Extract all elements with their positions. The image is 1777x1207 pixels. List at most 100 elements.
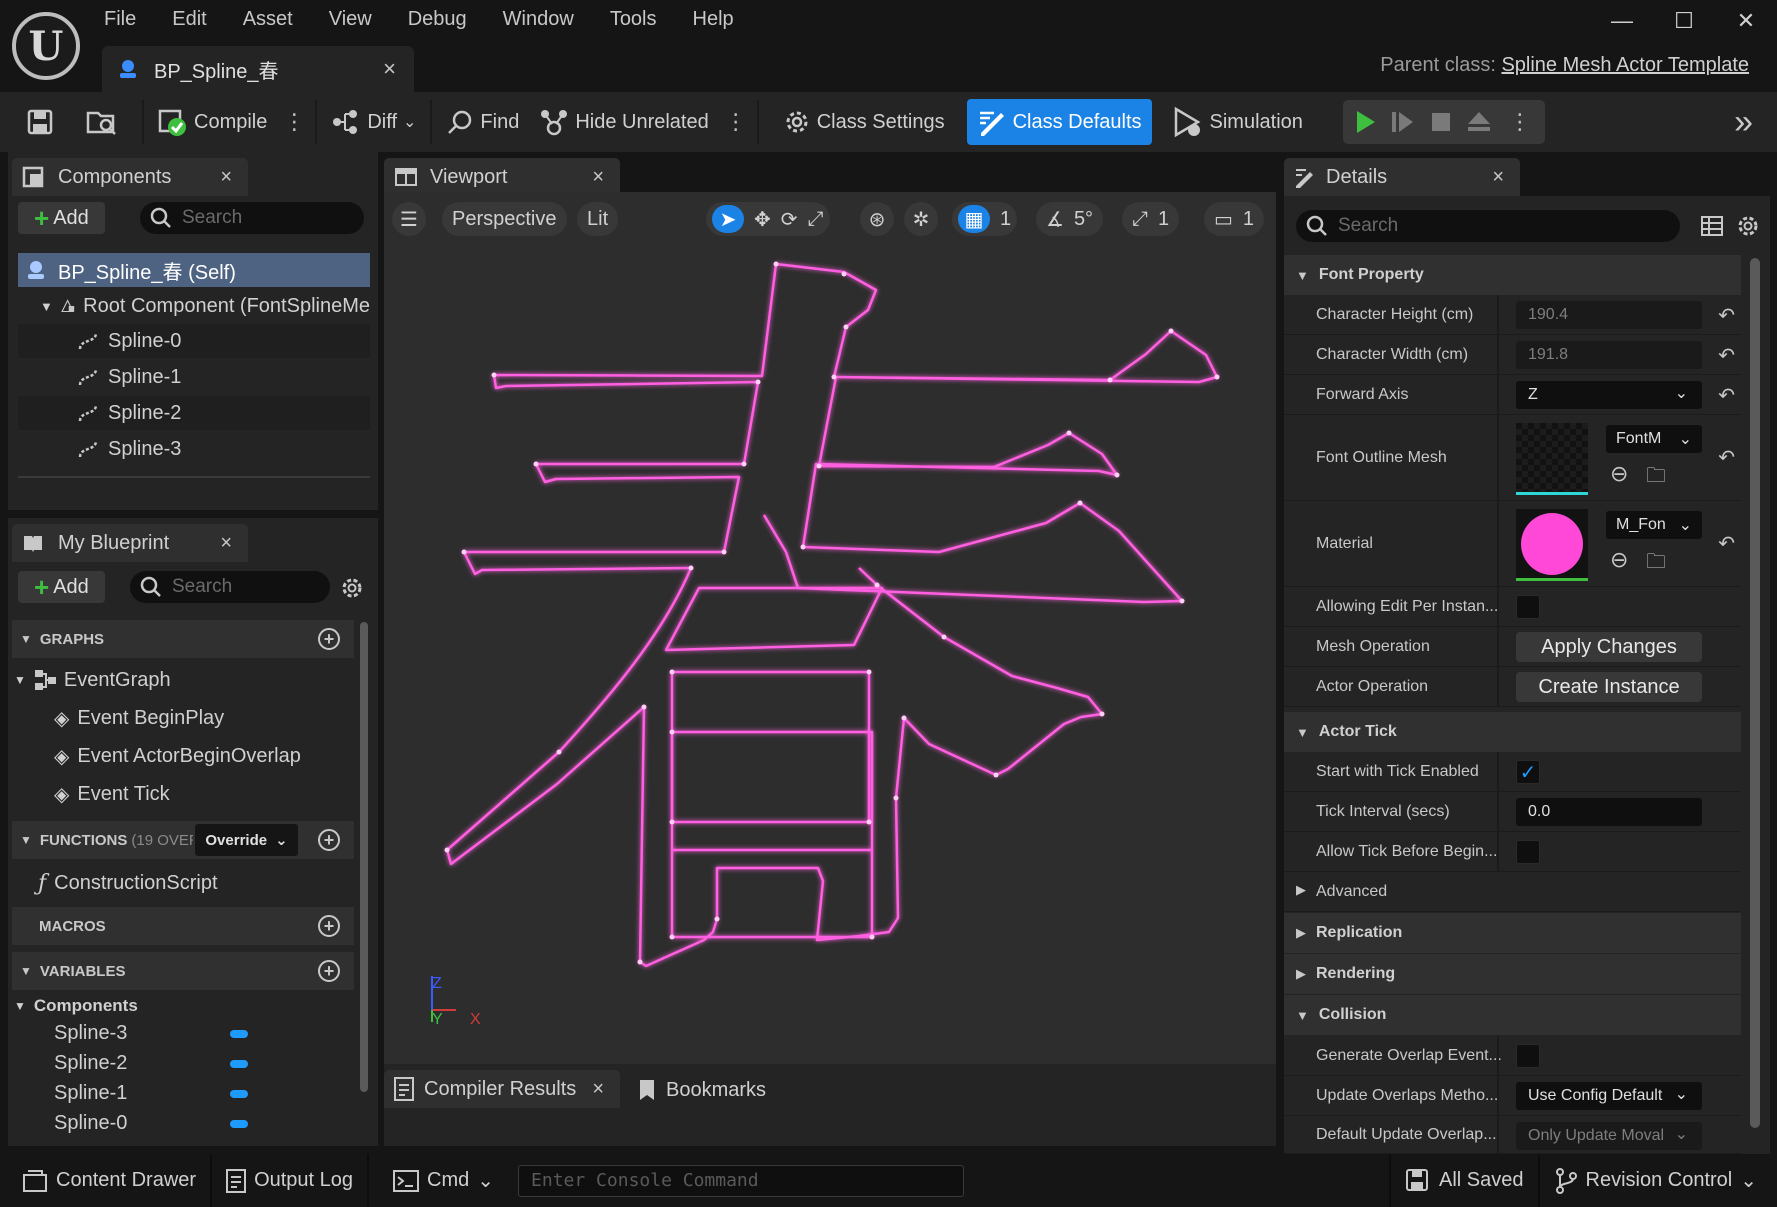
menu-view[interactable]: View [329,8,390,36]
reset-arrow-icon[interactable]: ↶ [1718,343,1735,368]
column-splitter[interactable] [1497,295,1499,334]
column-splitter[interactable] [1497,1036,1499,1075]
tab-bookmarks[interactable]: Bookmarks [638,1076,766,1104]
blueprint-scrollbar[interactable] [360,622,368,1092]
allow-tick-checkbox[interactable] [1516,840,1540,864]
close-icon[interactable]: × [220,532,232,555]
component-spline-2[interactable]: Spline-2 [18,396,370,430]
column-splitter[interactable] [1497,1116,1499,1153]
forward-axis-dropdown[interactable]: Z ⌄ [1516,381,1702,409]
component-root[interactable]: ▼ Root Component (FontSplineMe [40,289,370,323]
viewport-menu-button[interactable]: ☰ [392,202,426,236]
perspective-button[interactable]: Perspective [442,202,567,236]
close-icon[interactable]: × [592,1078,604,1101]
revision-control-button[interactable]: Revision Control ⌄ [1537,1154,1777,1207]
row-advanced[interactable]: ▶ Advanced [1284,872,1741,912]
stop-icon[interactable] [1427,108,1455,136]
unreal-logo[interactable]: U [12,12,80,80]
macros-section[interactable]: MACROS + [12,907,354,945]
category-collision[interactable]: ▼ Collision [1284,995,1741,1035]
compile-options-icon[interactable]: ⋮ [277,109,311,135]
column-splitter[interactable] [1497,1076,1499,1115]
override-dropdown[interactable]: Override ⌄ [195,824,298,856]
column-splitter[interactable] [1497,375,1499,414]
hide-unrelated-button[interactable]: Hide Unrelated [529,100,718,144]
components-search-input[interactable]: Search [140,202,364,234]
table-view-icon[interactable] [1700,214,1724,238]
rotate-icon[interactable]: ⟳ [781,207,798,232]
console-command-input[interactable]: Enter Console Command [518,1164,965,1197]
use-selected-icon[interactable]: ⊖ [1610,547,1628,573]
component-spline-3[interactable]: Spline-3 [18,432,370,466]
tick-interval-field[interactable]: 0.0 [1516,798,1702,826]
eject-icon[interactable] [1465,108,1493,136]
cmd-dropdown[interactable]: Cmd ⌄ [369,1154,508,1207]
close-icon[interactable]: × [1492,166,1504,189]
select-mode-icon[interactable]: ➤ [712,205,744,233]
class-settings-button[interactable]: Class Settings [773,100,955,144]
menu-debug[interactable]: Debug [408,8,485,36]
all-saved-button[interactable]: All Saved [1389,1154,1538,1207]
column-splitter[interactable] [1497,501,1499,586]
category-font-property[interactable]: ▼ Font Property [1284,255,1741,295]
menu-window[interactable]: Window [503,8,592,36]
browse-asset-icon[interactable]: 🗀 [1646,547,1666,581]
component-spline-1[interactable]: Spline-1 [18,360,370,394]
viewport-canvas[interactable]: Z Y X ☰ Perspective Lit ➤ ✥ ⟳ ⤢ ⊛ ✲ ▦ 1 … [384,192,1276,1064]
mesh-asset-dropdown[interactable]: FontM ⌄ [1606,425,1702,453]
scale-icon[interactable]: ⤢ [808,208,824,231]
allow-edit-checkbox[interactable] [1516,595,1540,619]
use-selected-icon[interactable]: ⊖ [1610,461,1628,487]
add-variable-button[interactable]: + [318,960,340,982]
reset-arrow-icon[interactable]: ↶ [1718,445,1735,470]
settings-gear-icon[interactable] [340,576,364,600]
variable-spline-2[interactable]: Spline-2 [54,1048,314,1078]
blueprint-add-button[interactable]: + Add [18,571,105,603]
event-tick[interactable]: ◈ Event Tick [54,777,354,811]
close-icon[interactable]: × [220,166,232,189]
toolbar-overflow-icon[interactable]: » [1734,103,1753,142]
play-icon[interactable] [1351,108,1379,136]
component-spline-0[interactable]: Spline-0 [18,324,370,358]
reset-arrow-icon[interactable]: ↶ [1718,531,1735,556]
minimize-button[interactable]: — [1591,8,1653,34]
components-add-button[interactable]: + Add [18,202,105,234]
update-overlaps-dropdown[interactable]: Use Config Default ⌄ [1516,1082,1702,1110]
category-replication[interactable]: ▶ Replication [1284,913,1741,953]
angle-snap-button[interactable]: ∡ 5° [1036,202,1104,236]
material-thumbnail[interactable] [1516,509,1588,581]
column-splitter[interactable] [1497,587,1499,626]
column-splitter[interactable] [1497,832,1499,871]
lit-button[interactable]: Lit [577,202,619,236]
find-button[interactable]: Find [436,100,529,144]
column-splitter[interactable] [1497,667,1499,706]
reset-arrow-icon[interactable]: ↶ [1718,383,1735,408]
maximize-button[interactable]: ☐ [1653,8,1715,34]
event-actor-begin-overlap[interactable]: ◈ Event ActorBeginOverlap [54,739,354,773]
class-defaults-button[interactable]: Class Defaults [966,99,1152,145]
tab-details[interactable]: Details × [1284,158,1520,196]
parent-class-link[interactable]: Spline Mesh Actor Template [1501,54,1749,76]
character-height-field[interactable]: 190.4 [1516,301,1702,329]
variable-spline-1[interactable]: Spline-1 [54,1078,314,1108]
browse-asset-icon[interactable]: 🗀 [1646,461,1666,495]
compile-button[interactable]: Compile [148,100,277,144]
variable-spline-3[interactable]: Spline-3 [54,1018,314,1048]
close-window-button[interactable]: ✕ [1715,8,1777,34]
grid-snap-button[interactable]: ▦ 1 [952,202,1018,236]
column-splitter[interactable] [1497,752,1499,791]
menu-file[interactable]: File [104,8,154,36]
close-icon[interactable]: × [383,56,396,82]
simulation-button[interactable]: Simulation [1162,100,1313,144]
document-tab[interactable]: BP_Spline_春 × [102,46,414,92]
tab-my-blueprint[interactable]: My Blueprint × [12,524,248,562]
diff-button[interactable]: Diff ⌄ [321,100,426,144]
mesh-thumbnail[interactable] [1516,423,1588,495]
apply-changes-button[interactable]: Apply Changes [1516,632,1702,662]
menu-help[interactable]: Help [693,8,752,36]
details-scrollbar[interactable] [1750,258,1760,1128]
blueprint-search-input[interactable]: Search [130,571,330,603]
component-self[interactable]: BP_Spline_春 (Self) [18,253,370,287]
menu-asset[interactable]: Asset [243,8,311,36]
browse-button[interactable] [76,100,128,144]
